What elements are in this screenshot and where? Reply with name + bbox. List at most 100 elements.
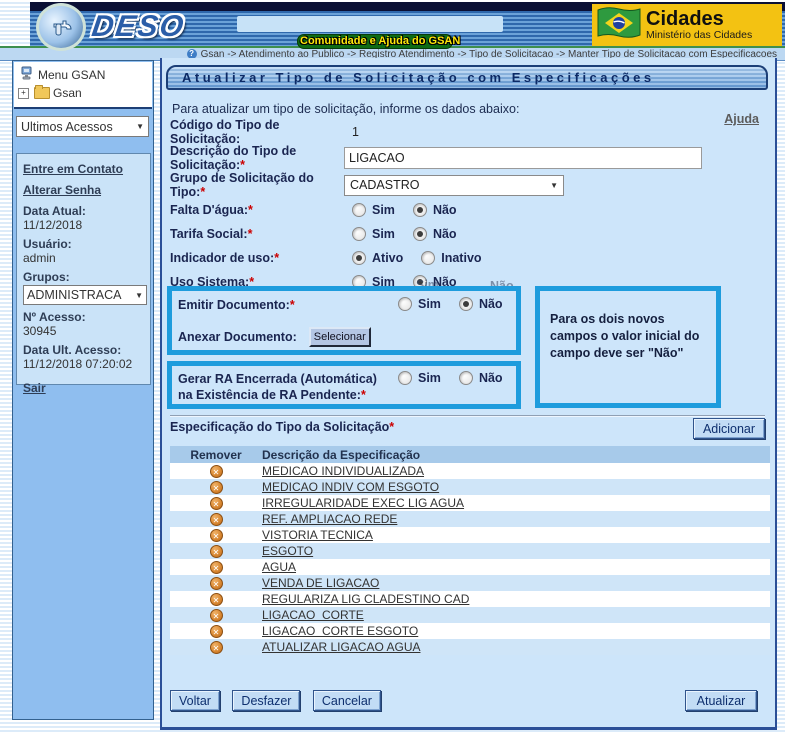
emitir-anexar-highlight-box: Emitir Documento:* Sim Não Anexar Docume… bbox=[167, 286, 521, 355]
indicador-inativo-radio[interactable] bbox=[421, 251, 435, 265]
menu-gsan-icon bbox=[20, 66, 33, 83]
spec-link[interactable]: LIGACAO CORTE bbox=[262, 608, 364, 622]
table-row: ✕ MEDICAO INDIV COM ESGOTO bbox=[170, 479, 770, 495]
spec-table: Remover Descrição da Especificação ✕ MED… bbox=[170, 446, 770, 655]
field-grupo: Grupo de Solicitação do Tipo:* CADASTRO … bbox=[170, 172, 767, 198]
selecionar-button[interactable]: Selecionar bbox=[309, 327, 371, 347]
tree-item-label[interactable]: Gsan bbox=[53, 86, 82, 100]
spec-link[interactable]: VENDA DE LIGACAO bbox=[262, 576, 379, 590]
table-row: ✕ REGULARIZA LIG CLADESTINO CAD bbox=[170, 591, 770, 607]
gerar-ra-nao-radio[interactable] bbox=[459, 371, 473, 385]
spec-link[interactable]: ATUALIZAR LIGACAO AGUA bbox=[262, 640, 420, 654]
table-row: ✕ ATUALIZAR LIGACAO AGUA bbox=[170, 639, 770, 655]
falta-dagua-nao-radio[interactable] bbox=[413, 203, 427, 217]
user-info-box: Entre em Contato Alterar Senha Data Atua… bbox=[16, 153, 151, 385]
remove-icon[interactable]: ✕ bbox=[210, 513, 223, 526]
cidades-logo: Cidades Ministério das Cidades bbox=[592, 4, 782, 46]
remove-icon[interactable]: ✕ bbox=[210, 609, 223, 622]
descricao-input[interactable] bbox=[344, 147, 702, 169]
table-row: ✕ LIGACAO CORTE bbox=[170, 607, 770, 623]
data-atual-label: Data Atual: bbox=[23, 204, 144, 218]
spec-link[interactable]: ESGOTO bbox=[262, 544, 313, 558]
indicador-ativo-radio[interactable] bbox=[352, 251, 366, 265]
table-row: ✕ ESGOTO bbox=[170, 543, 770, 559]
change-password-link[interactable]: Alterar Senha bbox=[23, 183, 144, 197]
col-header-remover: Remover bbox=[170, 448, 262, 462]
ultimos-acessos-select[interactable]: Ultimos Acessos ▼ bbox=[16, 116, 149, 137]
deso-wordmark: DESO bbox=[90, 10, 188, 44]
emitir-documento-sim-radio[interactable] bbox=[398, 297, 412, 311]
num-acesso-value: 30945 bbox=[23, 324, 144, 338]
page-title: Atualizar Tipo de Solicitação com Especi… bbox=[166, 65, 768, 90]
action-buttons: Voltar Desfazer Cancelar Atualizar bbox=[170, 690, 765, 714]
field-descricao: Descrição do Tipo de Solicitação:* bbox=[170, 144, 767, 172]
cidades-subtitle: Ministério das Cidades bbox=[646, 29, 752, 41]
grupos-select[interactable]: ADMINISTRACA ▼ bbox=[23, 285, 147, 305]
remove-icon[interactable]: ✕ bbox=[210, 529, 223, 542]
sidebar: Menu GSAN + Gsan Ultimos Acessos ▼ Entre… bbox=[12, 60, 154, 720]
spec-link[interactable]: MEDICAO INDIV COM ESGOTO bbox=[262, 480, 439, 494]
remove-icon[interactable]: ✕ bbox=[210, 577, 223, 590]
codigo-value: 1 bbox=[352, 125, 359, 139]
spec-section-header: Especificação do Tipo da Solicitação* Ad… bbox=[170, 420, 765, 442]
table-row: ✕ LIGACAO CORTE ESGOTO bbox=[170, 623, 770, 639]
codigo-label: Código do Tipo de Solicitação: bbox=[170, 118, 344, 146]
remove-icon[interactable]: ✕ bbox=[210, 561, 223, 574]
header-highlight-box bbox=[237, 16, 503, 32]
spec-link[interactable]: IRREGULARIDADE EXEC LIG AGUA bbox=[262, 496, 464, 510]
bottom-area bbox=[0, 733, 785, 742]
tarifa-social-nao-radio[interactable] bbox=[413, 227, 427, 241]
field-falta-dagua: Falta D'água:* Sim Não bbox=[170, 198, 767, 222]
ult-acesso-value: 11/12/2018 07:20:02 bbox=[23, 357, 144, 371]
logout-link[interactable]: Sair bbox=[23, 381, 144, 395]
table-row: ✕ VENDA DE LIGACAO bbox=[170, 575, 770, 591]
brazil-flag-icon bbox=[596, 6, 642, 45]
spec-link[interactable]: LIGACAO CORTE ESGOTO bbox=[262, 624, 418, 638]
spec-link[interactable]: REF. AMPLIACAO REDE bbox=[262, 512, 397, 526]
chevron-down-icon: ▼ bbox=[550, 181, 558, 190]
community-help-link[interactable]: Comunidade e Ajuda do GSAN bbox=[297, 34, 453, 49]
gerar-ra-sim-radio[interactable] bbox=[398, 371, 412, 385]
table-row: ✕ VISTORIA TECNICA bbox=[170, 527, 770, 543]
emitir-documento-nao-radio[interactable] bbox=[459, 297, 473, 311]
remove-icon[interactable]: ✕ bbox=[210, 545, 223, 558]
page-root: DESO Comunidade e Ajuda do GSAN Cidades … bbox=[0, 0, 785, 742]
deso-logo: DESO bbox=[36, 3, 185, 51]
desfazer-button[interactable]: Desfazer bbox=[232, 690, 300, 711]
ult-acesso-label: Data Ult. Acesso: bbox=[23, 343, 144, 357]
contact-link[interactable]: Entre em Contato bbox=[23, 162, 144, 176]
main-panel: Atualizar Tipo de Solicitação com Especi… bbox=[160, 58, 777, 730]
grupo-select[interactable]: CADASTRO ▼ bbox=[344, 175, 564, 196]
folder-icon bbox=[34, 87, 50, 99]
cidades-title: Cidades bbox=[646, 9, 752, 29]
table-row: ✕ IRREGULARIDADE EXEC LIG AGUA bbox=[170, 495, 770, 511]
remove-icon[interactable]: ✕ bbox=[210, 641, 223, 654]
table-row: ✕ REF. AMPLIACAO REDE bbox=[170, 511, 770, 527]
falta-dagua-sim-radio[interactable] bbox=[352, 203, 366, 217]
tree-expand-icon[interactable]: + bbox=[18, 88, 29, 99]
spec-link[interactable]: VISTORIA TECNICA bbox=[262, 528, 373, 542]
cancelar-button[interactable]: Cancelar bbox=[313, 690, 381, 711]
gerar-ra-highlight-box: Gerar RA Encerrada (Automática) na Exist… bbox=[167, 361, 521, 409]
spec-link[interactable]: AGUA bbox=[262, 560, 296, 574]
voltar-button[interactable]: Voltar bbox=[170, 690, 220, 711]
spec-link[interactable]: REGULARIZA LIG CLADESTINO CAD bbox=[262, 592, 469, 606]
menu-gsan-label: Menu GSAN bbox=[38, 68, 105, 82]
spec-link[interactable]: MEDICAO INDIVIDUALIZADA bbox=[262, 464, 424, 478]
remove-icon[interactable]: ✕ bbox=[210, 593, 223, 606]
atualizar-button[interactable]: Atualizar bbox=[685, 690, 757, 711]
remove-icon[interactable]: ✕ bbox=[210, 497, 223, 510]
menu-gsan-box: Menu GSAN + Gsan bbox=[14, 62, 152, 109]
tree-item-gsan[interactable]: + Gsan bbox=[14, 83, 152, 100]
annotation-box: Para os dois novos campos o valor inicia… bbox=[535, 286, 721, 408]
form: Código do Tipo de Solicitação: 1 Descriç… bbox=[170, 120, 767, 294]
remove-icon[interactable]: ✕ bbox=[210, 481, 223, 494]
col-header-descricao: Descrição da Especificação bbox=[262, 448, 770, 462]
remove-icon[interactable]: ✕ bbox=[210, 625, 223, 638]
num-acesso-label: Nº Acesso: bbox=[23, 310, 144, 324]
adicionar-button[interactable]: Adicionar bbox=[693, 418, 765, 439]
remove-icon[interactable]: ✕ bbox=[210, 465, 223, 478]
field-tarifa-social: Tarifa Social:* Sim Não bbox=[170, 222, 767, 246]
data-atual-value: 11/12/2018 bbox=[23, 218, 144, 232]
tarifa-social-sim-radio[interactable] bbox=[352, 227, 366, 241]
